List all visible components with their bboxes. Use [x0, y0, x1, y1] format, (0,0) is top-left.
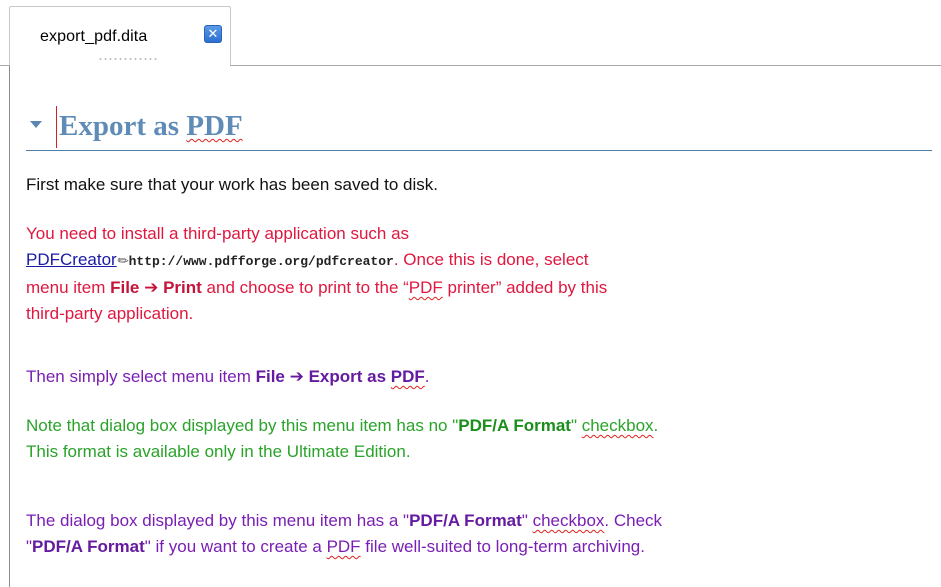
paragraph-line: PDFCreator✎http://www.pdfforge.org/pdfcr…: [26, 247, 936, 275]
paragraph-text: . Once this is done, select: [393, 250, 589, 269]
xml-editor-window: export_pdf.dita ✕ Export as PDF First ma…: [0, 0, 941, 587]
paragraph-text: Then simply select menu item: [26, 367, 256, 386]
paragraph-text: Note that dialog box displayed by this m…: [26, 416, 459, 435]
paragraph-text: and choose to print to the “: [201, 278, 409, 297]
paragraph-text: ": [521, 511, 533, 530]
topic-title-prefix: Export as: [59, 110, 187, 142]
paragraph-text: ": [570, 416, 582, 435]
topic-title[interactable]: Export as PDF: [59, 110, 243, 143]
paragraph-line: Note that dialog box displayed by this m…: [26, 413, 936, 439]
paragraph-line: third-party application.: [26, 304, 194, 323]
paragraph-line: This format is available only in the Ult…: [26, 442, 411, 461]
paragraph-text: . Check: [604, 511, 663, 530]
paragraph-line: "PDF/A Format" if you want to create a P…: [26, 534, 936, 560]
menu-arrow: ➔: [139, 278, 164, 297]
editor-tab-strip: export_pdf.dita ✕: [0, 0, 941, 66]
menu-item-file: File: [110, 278, 140, 297]
tab-drag-handle[interactable]: [98, 57, 158, 61]
paragraph-text: printer” added by this: [442, 278, 608, 297]
menu-item-print: Print: [163, 278, 202, 297]
checkbox-word: checkbox: [581, 416, 654, 435]
paragraph-text: The dialog box displayed by this menu it…: [26, 511, 410, 530]
pdfa-format-label: PDF/A Format: [32, 537, 145, 556]
paragraph-text: .: [424, 367, 430, 386]
paragraph-text: First make sure that your work has been …: [26, 175, 438, 194]
paragraph-third-party[interactable]: You need to install a third-party applic…: [26, 221, 936, 327]
pdf-word: PDF: [390, 367, 425, 386]
topic-title-block[interactable]: Export as PDF: [26, 106, 932, 151]
paragraph-text: .: [653, 416, 659, 435]
pdfa-format-label: PDF/A Format: [409, 511, 522, 530]
pdfcreator-link[interactable]: PDFCreator: [26, 250, 117, 269]
tab-title: export_pdf.dita: [40, 28, 148, 45]
collapse-triangle-icon[interactable]: [30, 121, 42, 128]
paragraph-export-menu[interactable]: Then simply select menu item File ➔ Expo…: [26, 364, 936, 390]
paragraph-text: " if you want to create a: [144, 537, 327, 556]
link-url: http://www.pdfforge.org/pdfcreator: [128, 254, 394, 269]
tab-export-pdf-dita[interactable]: export_pdf.dita ✕: [9, 6, 231, 66]
paragraph-line: The dialog box displayed by this menu it…: [26, 508, 936, 534]
document-editor[interactable]: Export as PDF First make sure that your …: [9, 66, 941, 587]
pdf-word: PDF: [326, 537, 361, 556]
paragraph-line: You need to install a third-party applic…: [26, 224, 410, 243]
text-caret: [56, 106, 57, 148]
menu-arrow: ➔: [284, 367, 309, 386]
topic-title-pdf: PDF: [186, 110, 243, 142]
paragraph-text: file well-suited to long-term archiving.: [360, 537, 645, 556]
paragraph-pdfa-checkbox[interactable]: The dialog box displayed by this menu it…: [26, 508, 936, 560]
paragraph-save-first[interactable]: First make sure that your work has been …: [26, 172, 936, 198]
pdf-word: PDF: [408, 278, 443, 297]
menu-item-export: Export as PDF: [308, 367, 425, 386]
menu-item-file: File: [255, 367, 285, 386]
close-icon[interactable]: ✕: [204, 25, 222, 43]
checkbox-word: checkbox: [532, 511, 605, 530]
paragraph-text: menu item: [26, 278, 111, 297]
pdfa-format-label: PDF/A Format: [458, 416, 571, 435]
paragraph-line: menu item File ➔ Print and choose to pri…: [26, 275, 936, 301]
paragraph-no-pdfa[interactable]: Note that dialog box displayed by this m…: [26, 413, 936, 465]
